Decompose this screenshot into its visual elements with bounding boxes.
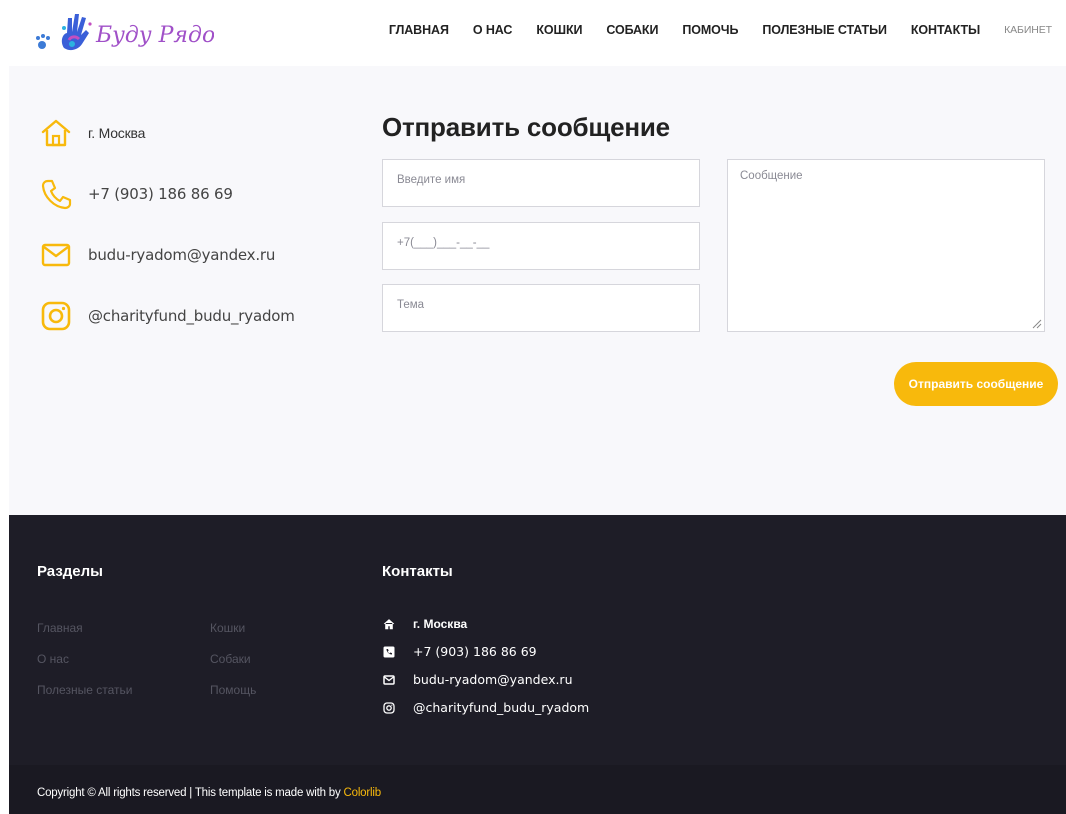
colorlib-link[interactable]: Colorlib <box>344 787 382 799</box>
contact-phone-text[interactable]: +7 (903) 186 86 69 <box>88 185 233 203</box>
phone-icon <box>39 177 73 211</box>
footer: Разделы Главная О нас Полезные статьи Ко… <box>9 515 1066 814</box>
footer-city-text: г. Москва <box>413 617 468 631</box>
footer-contacts-title: Контакты <box>382 563 453 580</box>
copyright-bar: Copyright © All rights reserved | This t… <box>9 765 1066 814</box>
main-nav: ГЛАВНАЯ О НАС КОШКИ СОБАКИ ПОМОЧЬ ПОЛЕЗН… <box>365 0 1052 60</box>
footer-sections-title: Разделы <box>37 563 103 580</box>
footer-contact-city: г. Москва <box>382 617 467 631</box>
nav-contacts[interactable]: КОНТАКТЫ <box>911 23 980 37</box>
instagram-icon <box>39 299 73 333</box>
phone-input-placeholder: +7(___)___-__-__ <box>397 237 490 249</box>
mail-icon <box>382 673 396 687</box>
contact-section: г. Москва +7 (903) 186 86 69 budu-ryadom… <box>9 66 1066 515</box>
nav-dogs[interactable]: СОБАКИ <box>606 23 658 37</box>
contact-city: г. Москва <box>39 116 145 150</box>
nav-home[interactable]: ГЛАВНАЯ <box>389 23 449 37</box>
nav-articles[interactable]: ПОЛЕЗНЫЕ СТАТЬИ <box>762 23 887 37</box>
phone-icon <box>382 645 396 659</box>
copyright-label: Copyright © All rights reserved | This t… <box>37 787 344 799</box>
header: Буду Рядом ГЛАВНАЯ О НАС КОШКИ СОБАКИ ПО… <box>0 0 1066 66</box>
footer-link-dogs[interactable]: Собаки <box>210 652 251 666</box>
footer-instagram-text[interactable]: @charityfund_budu_ryadom <box>413 700 589 715</box>
footer-link-about[interactable]: О нас <box>37 652 69 666</box>
footer-email-text[interactable]: budu-ryadom@yandex.ru <box>413 672 573 687</box>
subject-input-placeholder: Тема <box>397 299 425 311</box>
nav-cabinet[interactable]: КАБИНЕТ <box>1004 24 1052 36</box>
message-textarea[interactable]: Сообщение <box>727 159 1045 332</box>
mail-icon <box>39 238 73 272</box>
nav-cats[interactable]: КОШКИ <box>536 23 582 37</box>
contact-city-text: г. Москва <box>88 125 146 141</box>
name-input[interactable]: Введите имя <box>382 159 700 207</box>
contact-instagram: @charityfund_budu_ryadom <box>39 299 295 333</box>
logo-image: Буду Рядом <box>36 14 214 51</box>
contact-phone: +7 (903) 186 86 69 <box>39 177 233 211</box>
resize-grip-icon[interactable] <box>1030 317 1042 329</box>
svg-text:Буду Рядом: Буду Рядом <box>95 23 214 48</box>
nav-about[interactable]: О НАС <box>473 23 513 37</box>
home-icon <box>39 116 73 150</box>
footer-link-cats[interactable]: Кошки <box>210 621 245 635</box>
page: Буду Рядом ГЛАВНАЯ О НАС КОШКИ СОБАКИ ПО… <box>0 0 1066 814</box>
submit-button[interactable]: Отправить сообщение <box>894 362 1058 406</box>
name-input-placeholder: Введите имя <box>397 174 466 186</box>
contact-email-text[interactable]: budu-ryadom@yandex.ru <box>88 246 275 264</box>
form-title: Отправить сообщение <box>382 112 670 142</box>
phone-input[interactable]: +7(___)___-__-__ <box>382 222 700 270</box>
footer-link-articles[interactable]: Полезные статьи <box>37 683 132 697</box>
footer-phone-text[interactable]: +7 (903) 186 86 69 <box>413 644 537 659</box>
copyright-text: Copyright © All rights reserved | This t… <box>37 787 381 799</box>
instagram-icon <box>382 701 396 715</box>
contact-instagram-text[interactable]: @charityfund_budu_ryadom <box>88 307 295 325</box>
footer-contact-email: budu-ryadom@yandex.ru <box>382 672 573 687</box>
footer-link-home[interactable]: Главная <box>37 621 83 635</box>
contact-email: budu-ryadom@yandex.ru <box>39 238 275 272</box>
home-icon <box>382 617 396 631</box>
message-textarea-placeholder: Сообщение <box>740 170 803 182</box>
subject-input[interactable]: Тема <box>382 284 700 332</box>
footer-contact-phone: +7 (903) 186 86 69 <box>382 644 537 659</box>
footer-contact-instagram: @charityfund_budu_ryadom <box>382 700 589 715</box>
footer-link-help[interactable]: Помощь <box>210 683 256 697</box>
nav-help[interactable]: ПОМОЧЬ <box>682 23 738 37</box>
site-logo[interactable]: Буду Рядом <box>34 8 214 58</box>
